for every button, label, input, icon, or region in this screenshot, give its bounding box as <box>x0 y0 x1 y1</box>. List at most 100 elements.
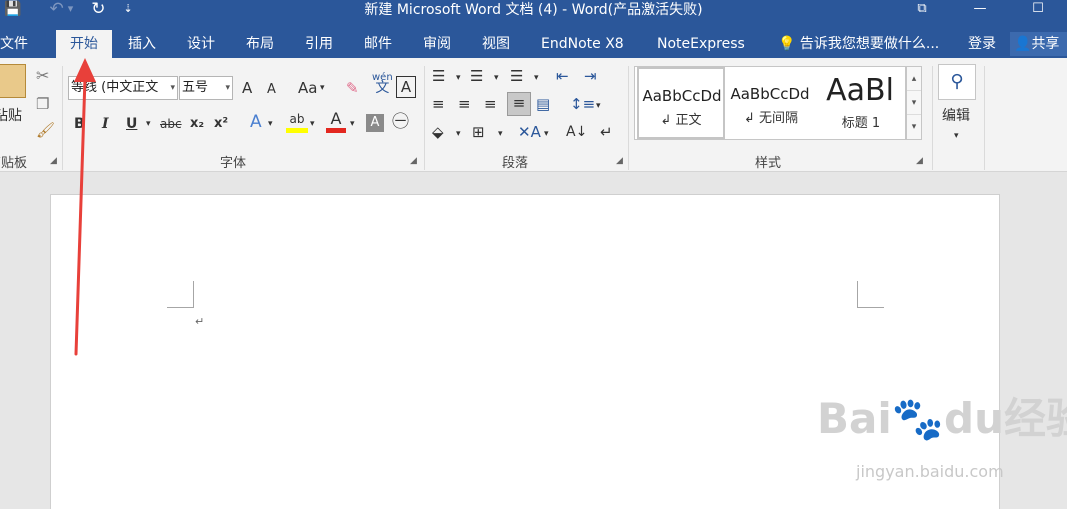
align-right-icon[interactable]: ≡ <box>484 94 497 114</box>
justify-icon[interactable]: ≡ <box>507 92 531 116</box>
cut-icon[interactable]: ✂ <box>36 66 49 86</box>
align-left-icon[interactable]: ≡ <box>432 94 445 114</box>
login-button[interactable]: 登录 <box>968 30 996 58</box>
chevron-up-icon[interactable]: ▴ <box>907 67 921 91</box>
superscript-button[interactable]: x² <box>214 114 228 134</box>
tab-mailings[interactable]: 邮件 <box>364 30 392 58</box>
shading-icon[interactable]: ⬙ <box>432 122 444 142</box>
clear-formatting-icon[interactable]: ✎ <box>346 78 359 98</box>
chevron-down-icon: ▾ <box>170 83 175 93</box>
format-painter-icon[interactable]: 🖌 <box>36 120 55 140</box>
grow-font-icon[interactable]: A <box>242 78 252 98</box>
phonetic-guide-icon[interactable]: wén 文 <box>372 72 393 95</box>
divider <box>628 66 629 170</box>
style-sample: AaBl <box>826 73 894 108</box>
margin-corner-mark <box>167 281 194 308</box>
highlight-color-icon[interactable]: ab <box>286 110 308 133</box>
underline-button[interactable]: U <box>126 114 137 134</box>
align-center-icon[interactable]: ≡ <box>458 94 471 114</box>
italic-button[interactable]: I <box>102 114 109 134</box>
style-heading-1[interactable]: AaBl 标题 1 <box>817 67 905 139</box>
chevron-down-icon[interactable]: ▾ <box>350 114 355 134</box>
strikethrough-button[interactable]: abc <box>160 114 182 134</box>
font-launcher-icon[interactable]: ◢ <box>410 156 417 166</box>
chevron-down-icon[interactable]: ▾ <box>310 114 315 134</box>
chevron-down-icon[interactable]: ▾ <box>456 124 461 144</box>
paste-button-label[interactable]: 粘贴 <box>0 106 22 126</box>
chevron-down-icon[interactable]: ▾ <box>146 114 151 134</box>
style-no-spacing[interactable]: AaBbCcDd ↲ 无间隔 <box>727 67 815 139</box>
tab-view[interactable]: 视图 <box>482 30 510 58</box>
lightbulb-icon: 💡 <box>778 36 796 52</box>
tab-design[interactable]: 设计 <box>187 30 215 58</box>
change-case-icon[interactable]: Aa <box>298 78 317 98</box>
tell-me-box[interactable]: 💡 告诉我您想要做什么... <box>778 30 939 58</box>
tab-endnote[interactable]: EndNote X8 <box>541 30 624 58</box>
tab-layout[interactable]: 布局 <box>246 30 274 58</box>
style-sample: AaBbCcDd <box>730 85 810 103</box>
ribbon-tabs: 文件 开始 插入 设计 布局 引用 邮件 审阅 视图 EndNote X8 No… <box>0 30 1067 58</box>
show-formatting-marks-icon[interactable]: ↵ <box>600 122 613 142</box>
enclose-characters-icon[interactable]: ㊀ <box>392 112 409 132</box>
copy-icon[interactable]: ❐ <box>36 94 49 114</box>
subscript-button[interactable]: x₂ <box>190 114 204 134</box>
numbering-icon[interactable]: ☰ <box>470 66 483 86</box>
increase-indent-icon[interactable]: ⇥ <box>584 66 597 86</box>
sort-icon[interactable]: A↓ <box>566 122 587 142</box>
bullets-icon[interactable]: ☰ <box>432 66 445 86</box>
ribbon-home: 粘贴 ✂ ❐ 🖌 剪贴板 ◢ 等线 (中文正文▾ 五号▾ A A Aa ▾ ✎ … <box>0 58 1067 172</box>
font-color-icon[interactable]: A <box>326 110 346 133</box>
multilevel-list-icon[interactable]: ☰ <box>510 66 523 86</box>
character-border-icon[interactable]: A <box>396 76 416 98</box>
chevron-down-icon[interactable]: ▾ <box>268 114 273 134</box>
share-button[interactable]: 👤共享 <box>1010 32 1067 56</box>
font-name-combo[interactable]: 等线 (中文正文 ▾ <box>68 76 178 100</box>
more-icon[interactable]: ▾ <box>907 115 921 139</box>
chevron-down-icon[interactable]: ▾ <box>498 124 503 144</box>
tab-home[interactable]: 开始 <box>56 30 112 58</box>
chevron-down-icon[interactable]: ▾ <box>544 124 549 144</box>
chevron-down-icon[interactable]: ▾ <box>494 68 499 88</box>
paragraph-mark: ↵ <box>195 315 205 328</box>
chevron-down-icon: ▾ <box>225 83 230 93</box>
title-bar: 💾 ↶ ▾ ↻ ⇣ 新建 Microsoft Word 文档 (4) - Wor… <box>0 0 1067 30</box>
borders-icon[interactable]: ⊞ <box>472 122 485 142</box>
clipboard-launcher-icon[interactable]: ◢ <box>50 156 57 166</box>
window-controls: ⧉ — ☐ <box>893 0 1067 20</box>
bold-button[interactable]: B <box>74 114 85 134</box>
maximize-icon[interactable]: ☐ <box>1009 0 1067 20</box>
line-spacing-icon[interactable]: ↕≡ <box>570 94 595 114</box>
chevron-down-icon[interactable]: ▾ <box>320 78 325 98</box>
paragraph-launcher-icon[interactable]: ◢ <box>616 156 623 166</box>
text-effects-icon[interactable]: A <box>250 112 262 132</box>
divider <box>984 66 985 170</box>
decrease-indent-icon[interactable]: ⇤ <box>556 66 569 86</box>
shrink-font-icon[interactable]: A <box>267 80 276 100</box>
distributed-icon[interactable]: ▤ <box>536 94 550 114</box>
asian-layout-icon[interactable]: ✕A <box>518 122 541 142</box>
font-size-combo[interactable]: 五号 ▾ <box>179 76 233 100</box>
chevron-down-icon[interactable]: ▾ <box>907 91 921 115</box>
tab-review[interactable]: 审阅 <box>423 30 451 58</box>
chevron-down-icon[interactable]: ▾ <box>456 68 461 88</box>
search-icon[interactable]: ⚲ <box>938 64 976 100</box>
chevron-down-icon[interactable]: ▾ <box>596 96 601 116</box>
margin-corner-mark <box>857 281 884 308</box>
minimize-icon[interactable]: — <box>951 0 1009 20</box>
styles-gallery-scroll[interactable]: ▴ ▾ ▾ <box>906 66 922 140</box>
chevron-down-icon[interactable]: ▾ <box>534 68 539 88</box>
chevron-down-icon[interactable]: ▾ <box>954 126 959 146</box>
tab-insert[interactable]: 插入 <box>128 30 156 58</box>
tab-references[interactable]: 引用 <box>305 30 333 58</box>
styles-launcher-icon[interactable]: ◢ <box>916 156 923 166</box>
document-area[interactable]: ↵ <box>0 172 1067 509</box>
tab-noteexpress[interactable]: NoteExpress <box>657 30 745 58</box>
ribbon-display-options-icon[interactable]: ⧉ <box>893 0 951 20</box>
tab-file[interactable]: 文件 <box>0 30 28 58</box>
style-normal[interactable]: AaBbCcDd ↲ 正文 <box>637 67 725 139</box>
paste-icon[interactable] <box>0 64 26 98</box>
editing-button-label[interactable]: 编辑 <box>942 106 970 126</box>
character-shading-icon[interactable]: A <box>366 114 384 132</box>
word-window: 💾 ↶ ▾ ↻ ⇣ 新建 Microsoft Word 文档 (4) - Wor… <box>0 0 1067 509</box>
share-label: 共享 <box>1031 36 1060 52</box>
